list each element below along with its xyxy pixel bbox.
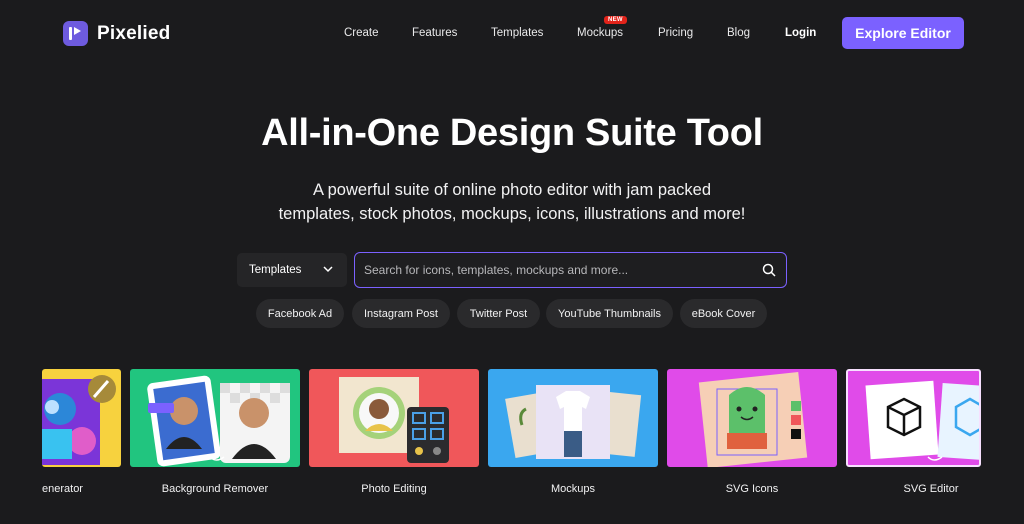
card-label-photo-editing: Photo Editing — [361, 483, 427, 495]
hero-subtitle-line-2: templates, stock photos, mockups, icons,… — [278, 205, 746, 223]
svg-editor-illustration — [865, 380, 979, 462]
site-header: Pixelied Create Features Templates Mocku… — [0, 0, 1024, 66]
card-label-svg-editor: SVG Editor — [903, 483, 959, 495]
generator-illustration — [42, 375, 116, 465]
new-badge: NEW — [604, 16, 627, 24]
card-label-svg-icons: SVG Icons — [725, 483, 779, 495]
category-select[interactable]: Templates — [237, 253, 347, 287]
photo-editing-illustration — [339, 377, 449, 463]
chip-youtube-thumbnails[interactable]: YouTube Thumbnails — [546, 299, 673, 328]
card-label-mockups: Mockups — [550, 483, 596, 495]
hero-subtitle: A powerful suite of online photo editor … — [0, 178, 1024, 226]
card-label-background-remover: Background Remover — [161, 483, 269, 495]
card-svg-editor[interactable] — [846, 369, 981, 467]
svg-icons-illustration — [698, 372, 808, 467]
search-box — [354, 252, 787, 288]
card-generator[interactable] — [42, 369, 121, 467]
search-input[interactable] — [364, 259, 754, 281]
category-select-value: Templates — [249, 264, 302, 276]
chip-twitter-post[interactable]: Twitter Post — [457, 299, 540, 328]
search-icon[interactable] — [762, 263, 776, 277]
hero-subtitle-line-1: A powerful suite of online photo editor … — [312, 181, 712, 199]
nav-pricing[interactable]: Pricing — [658, 27, 693, 39]
nav-mockups[interactable]: Mockups — [577, 27, 623, 39]
card-background-remover[interactable] — [130, 369, 300, 467]
chip-instagram-post[interactable]: Instagram Post — [352, 299, 450, 328]
background-remover-illustration — [147, 375, 290, 467]
chip-facebook-ad[interactable]: Facebook Ad — [256, 299, 344, 328]
nav-login[interactable]: Login — [785, 27, 816, 39]
chevron-down-icon — [323, 266, 333, 273]
nav-templates[interactable]: Templates — [491, 27, 543, 39]
card-mockups[interactable] — [488, 369, 658, 467]
explore-editor-button[interactable]: Explore Editor — [842, 17, 964, 49]
chip-ebook-cover[interactable]: eBook Cover — [680, 299, 767, 328]
nav-blog[interactable]: Blog — [727, 27, 750, 39]
card-svg-icons[interactable] — [667, 369, 837, 467]
card-photo-editing[interactable] — [309, 369, 479, 467]
nav-features[interactable]: Features — [412, 27, 457, 39]
hero-title: All-in-One Design Suite Tool — [261, 112, 763, 154]
mockups-illustration — [505, 385, 642, 459]
nav-create[interactable]: Create — [344, 27, 379, 39]
card-label-generator: enerator — [42, 483, 83, 495]
